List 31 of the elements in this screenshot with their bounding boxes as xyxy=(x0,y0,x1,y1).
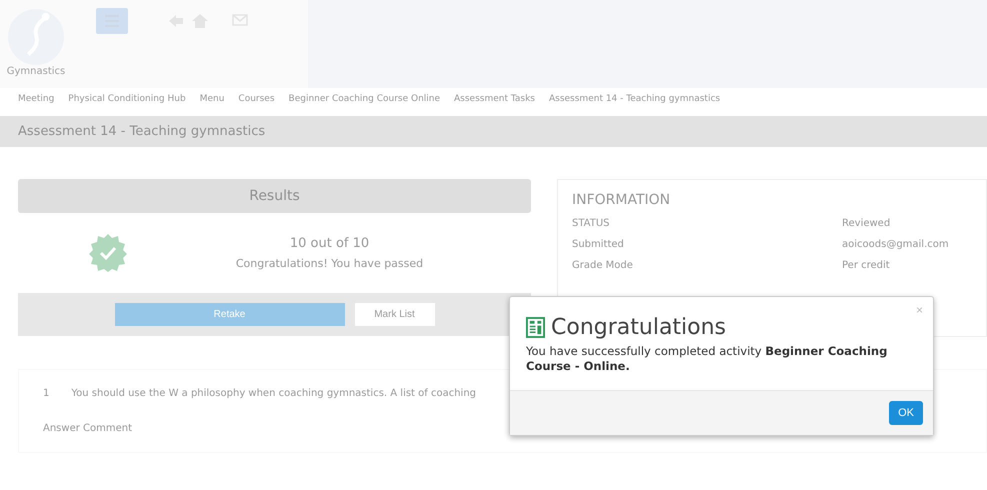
question-text: You should use the W a philosophy when coaching gymnastics. A list of coaching xyxy=(71,388,476,399)
question-number: 1 xyxy=(43,388,50,399)
document-icon xyxy=(526,317,545,338)
dialog-message: You have successfully completed activity Beginner Coaching Course - Online. xyxy=(526,344,888,374)
info-value: aoicoods@gmail.com xyxy=(842,239,950,250)
breadcrumb-link[interactable]: Beginner Coaching Course Online xyxy=(288,94,440,104)
answer-label: Answer Comment xyxy=(43,423,134,434)
breadcrumb-link[interactable]: Assessment Tasks xyxy=(454,94,535,104)
page-title: Assessment 14 - Teaching gymnastics xyxy=(18,124,266,139)
ok-button[interactable]: OK xyxy=(889,400,923,425)
list-button[interactable]: Mark List xyxy=(354,303,434,326)
retake-button[interactable]: Retake xyxy=(114,303,344,326)
results-title: Results xyxy=(249,188,300,204)
breadcrumb-link[interactable]: Courses xyxy=(238,94,275,104)
logo-text: Gymnastics xyxy=(6,66,66,77)
score-text: 10 out of 10 xyxy=(290,236,370,251)
result-message: Congratulations! You have passed xyxy=(236,257,424,270)
breadcrumb-link[interactable]: Menu xyxy=(200,94,224,104)
breadcrumb-link[interactable]: Assessment 14 - Teaching gymnastics xyxy=(548,94,720,104)
info-label: Submitted xyxy=(572,239,624,250)
menu-button[interactable] xyxy=(96,8,128,34)
info-label: Grade Mode xyxy=(572,260,633,271)
info-value: Reviewed xyxy=(842,218,892,229)
check-badge-icon xyxy=(88,233,128,273)
info-value: Per credit xyxy=(842,260,891,271)
info-label: STATUS xyxy=(572,218,610,229)
breadcrumb-link[interactable]: Physical Conditioning Hub xyxy=(68,94,186,104)
dialog-title: Congratulations xyxy=(551,315,726,340)
information-title: INFORMATION xyxy=(572,192,672,208)
breadcrumb-link[interactable]: Meeting xyxy=(18,94,54,104)
close-button[interactable]: × xyxy=(916,303,923,317)
